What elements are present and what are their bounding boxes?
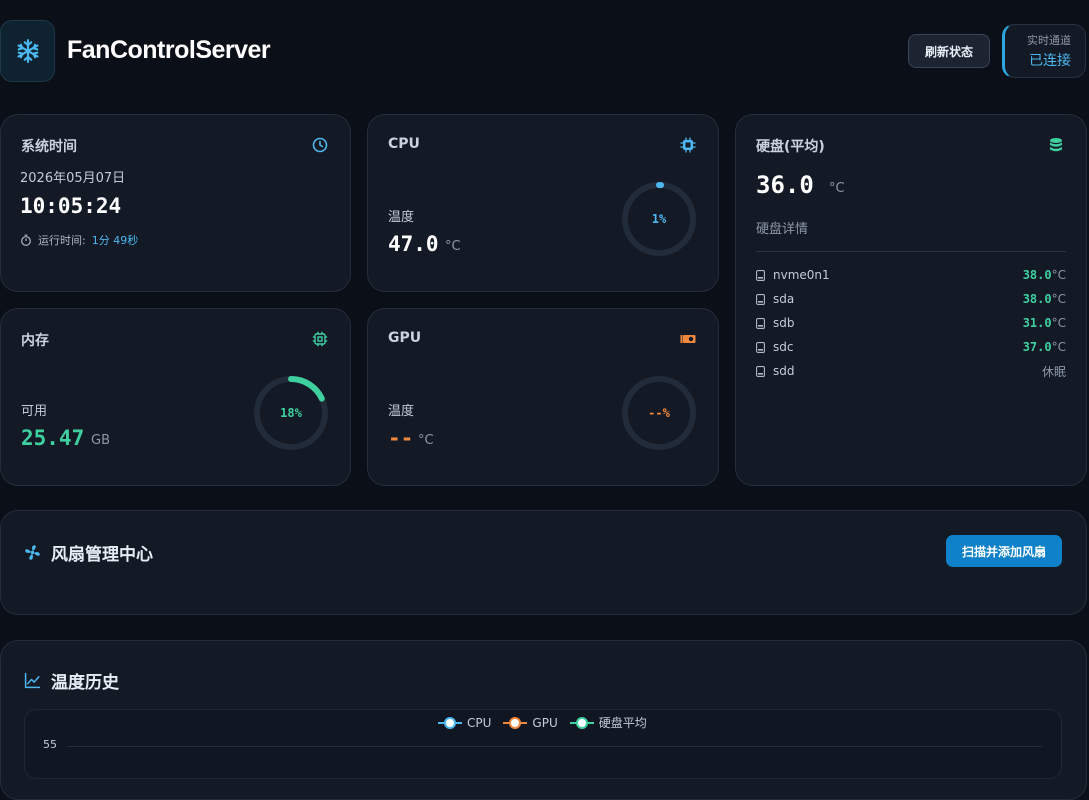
cpu-usage-gauge: 1% (619, 179, 699, 259)
hard-drive-icon (756, 293, 765, 305)
disk-row: sdd 休眠 (756, 359, 1066, 383)
disk-temp: 休眠 (1041, 364, 1066, 379)
y-tick-label: 55 (43, 738, 57, 751)
refresh-status-button[interactable]: 刷新状态 (908, 34, 990, 68)
legend-item-gpu[interactable]: GPU (503, 715, 558, 730)
gpu-usage-text: --% (648, 406, 670, 420)
connection-label: 实时通道 (1027, 34, 1071, 47)
legend-label: CPU (467, 715, 492, 730)
card-title: 硬盘(平均) (756, 139, 825, 155)
fan-center-title: 风扇管理中心 (24, 540, 153, 565)
system-time: 10:05:24 (20, 194, 122, 218)
app-title: FanControlServer (67, 36, 271, 64)
section-title-text: 温度历史 (51, 673, 119, 693)
divider (756, 251, 1066, 252)
cpu-card: CPU 温度 47.0 °C 1% (367, 114, 719, 292)
disk-row: nvme0n1 38.0°C (756, 263, 1066, 287)
card-title: GPU (388, 330, 422, 346)
cpu-usage-text: 1% (651, 212, 667, 226)
memory-usage-gauge: 18% (251, 373, 331, 453)
cpu-temp-label: 温度 (388, 210, 415, 225)
line-chart-icon (24, 672, 41, 689)
fan-icon (25, 545, 40, 560)
app-header: FanControlServer 刷新状态 实时通道 已连接 (0, 0, 1089, 102)
cpu-icon (680, 137, 696, 153)
uptime: 运行时间: 1分 49秒 (20, 232, 138, 248)
gpu-card: GPU 温度 -- °C --% (367, 308, 719, 486)
disk-avg-temp-value: 36.0 (756, 171, 814, 199)
cpu-temp-value: 47.0 (388, 232, 439, 256)
disk-temp: 31.0°C (1022, 316, 1066, 330)
card-title: 内存 (21, 333, 49, 349)
gridline (67, 746, 1042, 747)
disk-name: sdb (773, 316, 795, 330)
legend-label: 硬盘平均 (598, 716, 647, 730)
disk-temp: 38.0°C (1022, 268, 1066, 282)
uptime-value: 1分 49秒 (91, 234, 139, 247)
temperature-history-title: 温度历史 (24, 668, 119, 693)
legend-marker (569, 716, 594, 729)
hard-drive-icon (756, 317, 765, 329)
legend-item-cpu[interactable]: CPU (438, 716, 491, 730)
memory-usage-text: 18% (280, 406, 302, 420)
legend-marker (438, 716, 462, 729)
memory-avail-value: 25.47 (21, 426, 85, 450)
disk-list: nvme0n1 38.0°C sda 38.0°C sdb 31.0°C sdc… (756, 263, 1066, 383)
legend-item-disk-avg[interactable]: 硬盘平均 (569, 714, 647, 731)
legend-marker (503, 716, 528, 729)
disk-avg-temp-unit: °C (829, 181, 845, 196)
memory-avail-label: 可用 (21, 404, 48, 419)
disk-row: sdc 37.0°C (756, 335, 1066, 359)
hard-drive-icon (756, 341, 765, 353)
gpu-temp-unit: °C (418, 433, 434, 448)
disk-name: sdc (773, 340, 794, 354)
disk-temp: 38.0°C (1022, 292, 1066, 306)
hard-drive-icon (756, 365, 765, 377)
scan-add-fan-button[interactable]: 扫描并添加风扇 (946, 535, 1062, 567)
disk-name: sda (773, 292, 795, 306)
gpu-usage-gauge: --% (619, 373, 699, 453)
snowflake-icon (16, 39, 39, 63)
memory-avail-unit: GB (91, 433, 110, 448)
disk-temp: 37.0°C (1022, 340, 1066, 354)
card-title: CPU (388, 136, 420, 152)
memory-card: 内存 可用 25.47 GB 18% (0, 308, 351, 486)
connection-status-panel: 实时通道 已连接 (1002, 24, 1086, 78)
clock-icon (312, 137, 328, 153)
system-date: 2026年05月07日 (20, 171, 126, 186)
temperature-chart: CPU GPU 硬盘平均 55 (24, 709, 1062, 779)
cpu-temp-unit: °C (445, 239, 461, 254)
uptime-label: 运行时间: (38, 234, 86, 247)
fan-center-panel (0, 510, 1087, 615)
section-title-text: 风扇管理中心 (51, 545, 153, 565)
disk-row: sdb 31.0°C (756, 311, 1066, 335)
chart-legend: CPU GPU 硬盘平均 (438, 714, 647, 731)
gpu-card-icon (680, 335, 696, 343)
card-title: 系统时间 (21, 139, 77, 155)
disk-row: sda 38.0°C (756, 287, 1066, 311)
gpu-temp-label: 温度 (388, 404, 415, 419)
app-logo (0, 20, 55, 82)
legend-label: GPU (532, 715, 558, 730)
disk-details-label: 硬盘详情 (756, 222, 809, 237)
disk-name: sdd (773, 364, 795, 378)
connection-status: 已连接 (1029, 53, 1071, 69)
disk-name: nvme0n1 (773, 268, 830, 282)
memory-chip-icon (312, 331, 328, 347)
database-icon (1050, 138, 1062, 152)
stopwatch-icon (21, 234, 31, 246)
hard-drive-icon (756, 269, 765, 281)
gpu-temp-value: -- (388, 426, 414, 450)
